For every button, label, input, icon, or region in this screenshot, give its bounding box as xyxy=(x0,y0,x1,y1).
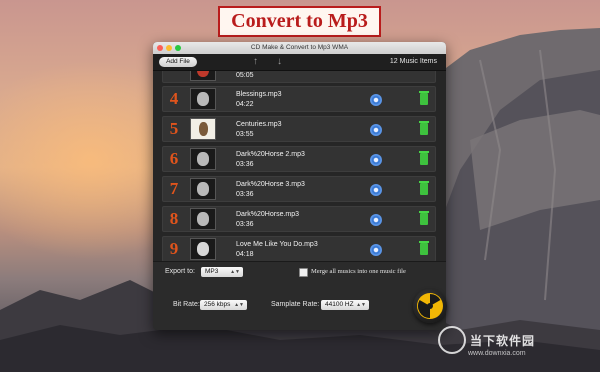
move-down-arrow-icon[interactable]: ↓ xyxy=(277,56,282,68)
close-window-button[interactable] xyxy=(157,45,163,51)
merge-label: Merge all musics into one music file xyxy=(311,268,406,275)
bit-rate-label: Bit Rate: xyxy=(173,301,200,308)
trash-icon[interactable] xyxy=(419,121,429,135)
list-item[interactable]: 7 Dark%20Horse 3.mp3 03:36 xyxy=(162,176,436,202)
export-format-select[interactable]: MP3 ▲▼ xyxy=(201,267,243,277)
watermark-text: 当下软件园 xyxy=(470,334,536,348)
list-item[interactable]: 8 Dark%20Horse.mp3 03:36 xyxy=(162,206,436,232)
trash-icon[interactable] xyxy=(419,91,429,105)
track-filename: Centuries.mp3 xyxy=(236,121,282,128)
music-items-label: Music Items xyxy=(399,58,437,65)
track-number: 8 xyxy=(169,209,179,228)
album-thumbnail xyxy=(190,88,216,110)
music-items-count: 12 Music Items xyxy=(390,57,437,67)
merge-checkbox[interactable] xyxy=(299,268,308,277)
track-number: 9 xyxy=(169,239,179,258)
trash-icon[interactable] xyxy=(419,151,429,165)
convert-burn-button[interactable] xyxy=(413,289,447,323)
track-duration: 04:18 xyxy=(236,251,254,258)
track-duration: 03:36 xyxy=(236,161,254,168)
track-duration: 04:22 xyxy=(236,101,254,108)
list-item[interactable]: 6 Dark%20Horse 2.mp3 03:36 xyxy=(162,146,436,172)
track-number: 6 xyxy=(169,149,179,168)
zoom-window-button[interactable] xyxy=(175,45,181,51)
album-thumbnail xyxy=(190,238,216,260)
trash-icon[interactable] xyxy=(419,241,429,255)
bit-rate-value: 256 kbps xyxy=(204,301,231,308)
album-thumbnail xyxy=(190,71,216,81)
bit-rate-select[interactable]: 256 kbps ▲▼ xyxy=(200,300,247,310)
radiation-icon xyxy=(417,293,443,319)
track-duration: 05:05 xyxy=(236,72,254,79)
window-titlebar: CD Make & Convert to Mp3 WMA xyxy=(153,42,446,54)
track-duration: 03:36 xyxy=(236,221,254,228)
album-thumbnail xyxy=(190,208,216,230)
album-thumbnail xyxy=(190,178,216,200)
track-filename: Dark%20Horse.mp3 xyxy=(236,211,300,218)
settings-gear-icon[interactable] xyxy=(370,94,382,106)
album-thumbnail xyxy=(190,148,216,170)
settings-gear-icon[interactable] xyxy=(370,154,382,166)
sample-rate-label: Samplate Rate: xyxy=(271,301,320,308)
list-item[interactable]: 9 Love Me Like You Do.mp3 04:18 xyxy=(162,236,436,261)
track-duration: 03:36 xyxy=(236,191,254,198)
window-controls xyxy=(157,45,181,51)
watermark-url: www.downxia.com xyxy=(468,350,526,357)
settings-gear-icon[interactable] xyxy=(370,184,382,196)
list-item[interactable]: 5 Centuries.mp3 03:55 xyxy=(162,116,436,142)
export-to-label: Export to: xyxy=(165,268,195,275)
track-number: 5 xyxy=(169,119,179,138)
music-items-number: 12 xyxy=(389,58,398,65)
add-file-button[interactable]: Add File xyxy=(159,57,197,67)
select-caret-icon: ▲▼ xyxy=(356,302,366,308)
trash-icon[interactable] xyxy=(419,181,429,195)
trash-icon[interactable] xyxy=(419,211,429,225)
sample-rate-value: 44100 HZ xyxy=(325,301,354,308)
options-panel: Export to: MP3 ▲▼ Merge all musics into … xyxy=(153,261,446,330)
track-number: 4 xyxy=(169,89,179,108)
list-item[interactable]: 05:05 xyxy=(162,71,436,83)
track-filename: Dark%20Horse 2.mp3 xyxy=(236,151,305,158)
album-thumbnail xyxy=(190,118,216,140)
track-filename: Blessings.mp3 xyxy=(236,91,282,98)
track-filename: Dark%20Horse 3.mp3 xyxy=(236,181,305,188)
sample-rate-select[interactable]: 44100 HZ ▲▼ xyxy=(321,300,369,310)
settings-gear-icon[interactable] xyxy=(370,124,382,136)
list-item[interactable]: 4 Blessings.mp3 04:22 xyxy=(162,86,436,112)
export-format-value: MP3 xyxy=(205,268,219,275)
select-caret-icon: ▲▼ xyxy=(234,302,244,308)
convert-to-mp3-banner: Convert to Mp3 xyxy=(218,6,381,37)
minimize-window-button[interactable] xyxy=(166,45,172,51)
move-up-arrow-icon[interactable]: ↑ xyxy=(253,56,258,68)
watermark-logo-icon xyxy=(438,326,466,354)
music-list[interactable]: 05:05 4 Blessings.mp3 04:22 5 Centuries.… xyxy=(153,71,446,261)
window-title: CD Make & Convert to Mp3 WMA xyxy=(250,44,349,51)
settings-gear-icon[interactable] xyxy=(370,244,382,256)
track-number: 7 xyxy=(169,179,179,198)
settings-gear-icon[interactable] xyxy=(370,214,382,226)
select-caret-icon: ▲▼ xyxy=(230,269,240,275)
toolbar: Add File ↑ ↓ 12 Music Items xyxy=(153,54,446,71)
app-window: CD Make & Convert to Mp3 WMA Add File ↑ … xyxy=(153,42,446,330)
track-duration: 03:55 xyxy=(236,131,254,138)
track-filename: Love Me Like You Do.mp3 xyxy=(236,241,318,248)
